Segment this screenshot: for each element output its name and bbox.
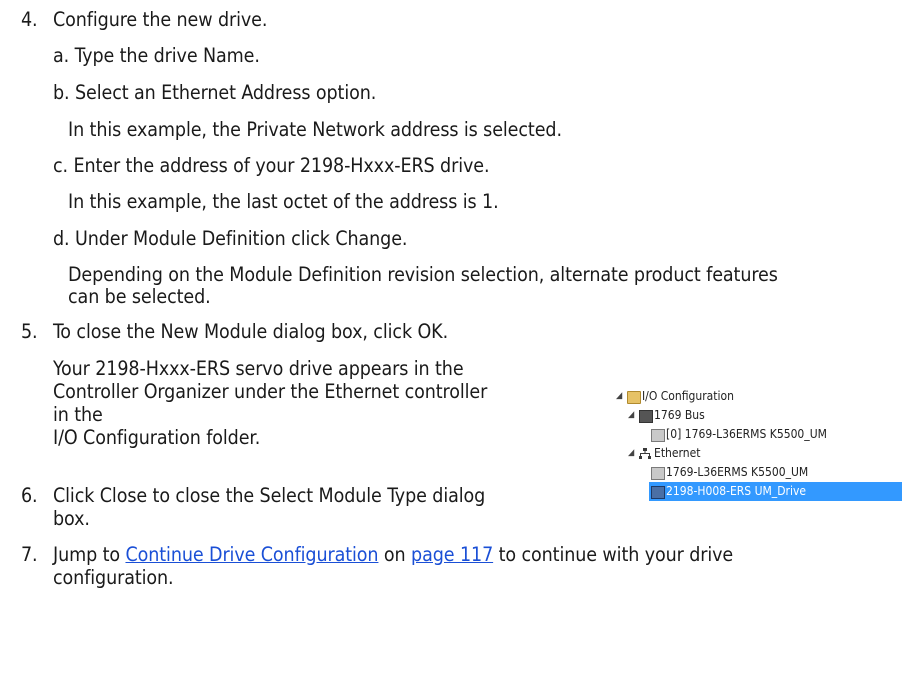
controller-organizer-tree: ◢ I/O Configuration ◢ 1769 Bus [0] 1769-… (616, 387, 902, 501)
step-text: on (378, 543, 412, 566)
tree-item-label: 1769 Bus (654, 408, 705, 422)
expand-arrow-icon[interactable]: ◢ (616, 387, 622, 406)
continue-drive-configuration-link[interactable]: Continue Drive Configuration (125, 543, 378, 566)
document-page: 4. Configure the new drive. a. Type the … (0, 0, 902, 680)
step-5-note-line3: in the (53, 403, 103, 426)
step-text: Configure the new drive. (53, 8, 268, 31)
substep-4d-note-line2: can be selected. (68, 285, 211, 308)
tree-item-drive[interactable]: 2198-H008-ERS UM_Drive (649, 482, 902, 501)
backplane-icon (639, 410, 653, 423)
step-text-line1: Jump to Continue Drive Configuration on … (53, 542, 733, 567)
tree-item-label: 1769-L36ERMS K5500_UM (666, 465, 809, 479)
step-6-text-line2: box. (53, 507, 90, 530)
step-number: 4. (21, 8, 38, 31)
step-5-note-line4: I/O Configuration folder. (53, 426, 261, 449)
substep-4b-note: In this example, the Private Network add… (68, 118, 562, 141)
drive-icon (651, 486, 665, 499)
substep-4a: a. Type the drive Name. (53, 44, 260, 67)
tree-item-label: [0] 1769-L36ERMS K5500_UM (666, 427, 827, 441)
step-text: to continue with your drive (493, 543, 734, 566)
substep-4c-note: In this example, the last octet of the a… (68, 190, 499, 213)
step-number: 5. (21, 320, 38, 343)
step-number: 7. (21, 543, 38, 566)
step-5-note-line1: Your 2198-Hxxx-ERS servo drive appears i… (53, 357, 464, 380)
tree-item-label: I/O Configuration (642, 389, 734, 403)
tree-item-ethernet-controller[interactable]: 1769-L36ERMS K5500_UM (616, 463, 880, 482)
substep-4b: b. Select an Ethernet Address option. (53, 81, 377, 104)
step-text: Jump to (53, 543, 126, 566)
expand-arrow-icon[interactable]: ◢ (628, 444, 634, 463)
controller-module-icon (651, 429, 665, 442)
tree-item-ethernet[interactable]: ◢ Ethernet (616, 444, 880, 463)
tree-item-bus-controller[interactable]: [0] 1769-L36ERMS K5500_UM (616, 425, 880, 444)
step-7-text-line2: configuration. (53, 566, 174, 589)
tree-item-io-configuration[interactable]: ◢ I/O Configuration (616, 387, 880, 406)
substep-4c: c. Enter the address of your 2198-Hxxx-E… (53, 154, 490, 177)
tree-item-label: Ethernet (654, 446, 701, 460)
step-text-line1: Click Close to close the Select Module T… (53, 484, 486, 507)
tree-item-1769-bus[interactable]: ◢ 1769 Bus (616, 406, 880, 425)
network-icon (639, 448, 651, 459)
step-5-note-line2: Controller Organizer under the Ethernet … (53, 380, 488, 403)
folder-icon (627, 391, 641, 404)
step-7: 7. Jump to Continue Drive Configuration … (21, 542, 733, 567)
step-6: 6. Click Close to close the Select Modul… (21, 483, 485, 508)
controller-module-icon (651, 467, 665, 480)
expand-arrow-icon[interactable]: ◢ (628, 406, 634, 425)
page-117-link[interactable]: page 117 (411, 543, 493, 566)
substep-4d: d. Under Module Definition click Change. (53, 227, 408, 250)
step-text: To close the New Module dialog box, clic… (53, 320, 449, 343)
step-5: 5. To close the New Module dialog box, c… (21, 319, 448, 344)
tree-item-label: 2198-H008-ERS UM_Drive (666, 484, 806, 498)
step-4: 4. Configure the new drive. (21, 7, 267, 32)
step-number: 6. (21, 484, 38, 507)
